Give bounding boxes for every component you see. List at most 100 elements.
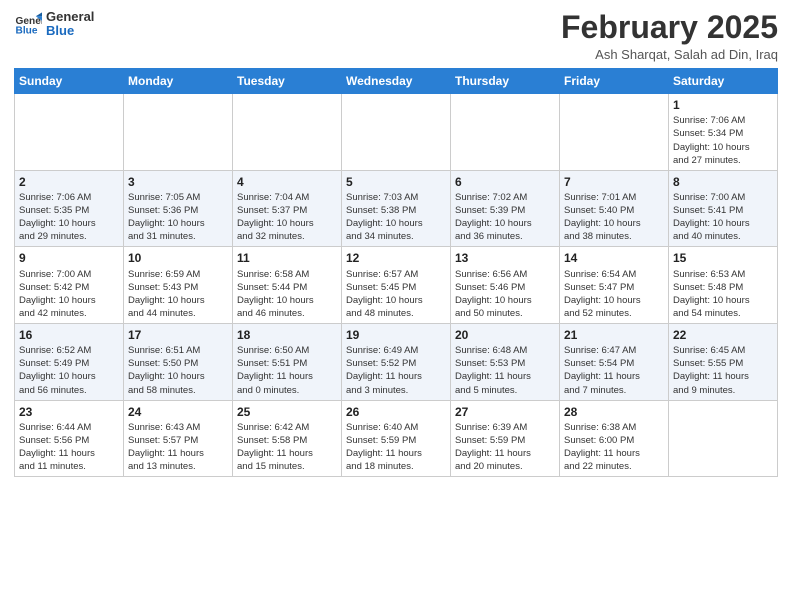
- calendar-cell: 4Sunrise: 7:04 AM Sunset: 5:37 PM Daylig…: [233, 170, 342, 247]
- day-info: Sunrise: 6:59 AM Sunset: 5:43 PM Dayligh…: [128, 268, 228, 320]
- day-number: 11: [237, 250, 337, 266]
- day-number: 17: [128, 327, 228, 343]
- calendar-cell: 8Sunrise: 7:00 AM Sunset: 5:41 PM Daylig…: [669, 170, 778, 247]
- logo-icon: General Blue: [14, 10, 42, 38]
- weekday-header-monday: Monday: [124, 69, 233, 94]
- calendar-cell: 12 Sunrise: 6:57 AM Sunset: 5:45 PM Dayli…: [342, 247, 451, 324]
- day-number: 6: [455, 174, 555, 190]
- logo-blue: Blue: [46, 24, 94, 38]
- day-info: Sunrise: 7:06 AM Sunset: 5:35 PM Dayligh…: [19, 191, 119, 243]
- day-number: 5: [346, 174, 446, 190]
- calendar-cell: 2Sunrise: 7:06 AM Sunset: 5:35 PM Daylig…: [15, 170, 124, 247]
- day-number: 14: [564, 250, 664, 266]
- weekday-header-thursday: Thursday: [451, 69, 560, 94]
- day-info: Sunrise: 6:54 AM Sunset: 5:47 PM Dayligh…: [564, 268, 664, 320]
- day-number: 20: [455, 327, 555, 343]
- day-number: 23: [19, 404, 119, 420]
- logo: General Blue General Blue: [14, 10, 94, 39]
- day-number: 28: [564, 404, 664, 420]
- weekday-header-friday: Friday: [560, 69, 669, 94]
- calendar-cell: 1Sunrise: 7:06 AM Sunset: 5:34 PM Daylig…: [669, 94, 778, 171]
- day-number: 7: [564, 174, 664, 190]
- calendar-cell: 28Sunrise: 6:38 AM Sunset: 6:00 PM Dayli…: [560, 400, 669, 477]
- weekday-header-sunday: Sunday: [15, 69, 124, 94]
- day-info: Sunrise: 7:01 AM Sunset: 5:40 PM Dayligh…: [564, 191, 664, 243]
- day-info: Sunrise: 6:43 AM Sunset: 5:57 PM Dayligh…: [128, 421, 228, 473]
- calendar-cell: 3Sunrise: 7:05 AM Sunset: 5:36 PM Daylig…: [124, 170, 233, 247]
- calendar-cell: [451, 94, 560, 171]
- day-number: 15: [673, 250, 773, 266]
- day-info: Sunrise: 6:44 AM Sunset: 5:56 PM Dayligh…: [19, 421, 119, 473]
- day-number: 21: [564, 327, 664, 343]
- day-number: 19: [346, 327, 446, 343]
- title-block: February 2025 Ash Sharqat, Salah ad Din,…: [561, 10, 778, 62]
- weekday-header-wednesday: Wednesday: [342, 69, 451, 94]
- calendar-cell: 27Sunrise: 6:39 AM Sunset: 5:59 PM Dayli…: [451, 400, 560, 477]
- weekday-header-tuesday: Tuesday: [233, 69, 342, 94]
- day-number: 27: [455, 404, 555, 420]
- day-number: 8: [673, 174, 773, 190]
- calendar-cell: [124, 94, 233, 171]
- header: General Blue General Blue February 2025 …: [14, 10, 778, 62]
- calendar-table: SundayMondayTuesdayWednesdayThursdayFrid…: [14, 68, 778, 477]
- calendar-cell: [560, 94, 669, 171]
- week-row-4: 16Sunrise: 6:52 AM Sunset: 5:49 PM Dayli…: [15, 324, 778, 401]
- day-number: 9: [19, 250, 119, 266]
- calendar-cell: 11 Sunrise: 6:58 AM Sunset: 5:44 PM Dayli…: [233, 247, 342, 324]
- calendar-cell: 20Sunrise: 6:48 AM Sunset: 5:53 PM Dayli…: [451, 324, 560, 401]
- calendar-cell: [15, 94, 124, 171]
- day-number: 1: [673, 97, 773, 113]
- calendar-cell: [669, 400, 778, 477]
- day-info: Sunrise: 6:51 AM Sunset: 5:50 PM Dayligh…: [128, 344, 228, 396]
- day-info: Sunrise: 6:38 AM Sunset: 6:00 PM Dayligh…: [564, 421, 664, 473]
- calendar-cell: 16Sunrise: 6:52 AM Sunset: 5:49 PM Dayli…: [15, 324, 124, 401]
- week-row-3: 9 Sunrise: 7:00 AM Sunset: 5:42 PM Daylig…: [15, 247, 778, 324]
- calendar-subtitle: Ash Sharqat, Salah ad Din, Iraq: [561, 47, 778, 62]
- calendar-cell: 5Sunrise: 7:03 AM Sunset: 5:38 PM Daylig…: [342, 170, 451, 247]
- calendar-cell: 22Sunrise: 6:45 AM Sunset: 5:55 PM Dayli…: [669, 324, 778, 401]
- day-info: Sunrise: 6:39 AM Sunset: 5:59 PM Dayligh…: [455, 421, 555, 473]
- day-info: Sunrise: 7:00 AM Sunset: 5:41 PM Dayligh…: [673, 191, 773, 243]
- calendar-cell: 9 Sunrise: 7:00 AM Sunset: 5:42 PM Daylig…: [15, 247, 124, 324]
- day-info: Sunrise: 6:45 AM Sunset: 5:55 PM Dayligh…: [673, 344, 773, 396]
- day-number: 22: [673, 327, 773, 343]
- day-info: Sunrise: 6:40 AM Sunset: 5:59 PM Dayligh…: [346, 421, 446, 473]
- day-info: Sunrise: 6:49 AM Sunset: 5:52 PM Dayligh…: [346, 344, 446, 396]
- logo-general: General: [46, 10, 94, 24]
- day-info: Sunrise: 6:57 AM Sunset: 5:45 PM Dayligh…: [346, 268, 446, 320]
- day-number: 16: [19, 327, 119, 343]
- calendar-cell: 6Sunrise: 7:02 AM Sunset: 5:39 PM Daylig…: [451, 170, 560, 247]
- day-number: 2: [19, 174, 119, 190]
- day-number: 10: [128, 250, 228, 266]
- week-row-2: 2Sunrise: 7:06 AM Sunset: 5:35 PM Daylig…: [15, 170, 778, 247]
- svg-text:Blue: Blue: [16, 26, 38, 37]
- day-number: 12: [346, 250, 446, 266]
- calendar-title: February 2025: [561, 10, 778, 45]
- day-number: 18: [237, 327, 337, 343]
- day-info: Sunrise: 6:47 AM Sunset: 5:54 PM Dayligh…: [564, 344, 664, 396]
- page: General Blue General Blue February 2025 …: [0, 0, 792, 612]
- day-info: Sunrise: 7:06 AM Sunset: 5:34 PM Dayligh…: [673, 114, 773, 166]
- calendar-cell: 14 Sunrise: 6:54 AM Sunset: 5:47 PM Dayli…: [560, 247, 669, 324]
- calendar-cell: 23Sunrise: 6:44 AM Sunset: 5:56 PM Dayli…: [15, 400, 124, 477]
- day-number: 26: [346, 404, 446, 420]
- day-number: 13: [455, 250, 555, 266]
- calendar-cell: 10 Sunrise: 6:59 AM Sunset: 5:43 PM Dayli…: [124, 247, 233, 324]
- calendar-cell: 18Sunrise: 6:50 AM Sunset: 5:51 PM Dayli…: [233, 324, 342, 401]
- week-row-5: 23Sunrise: 6:44 AM Sunset: 5:56 PM Dayli…: [15, 400, 778, 477]
- day-info: Sunrise: 6:48 AM Sunset: 5:53 PM Dayligh…: [455, 344, 555, 396]
- day-info: Sunrise: 6:56 AM Sunset: 5:46 PM Dayligh…: [455, 268, 555, 320]
- day-info: Sunrise: 6:58 AM Sunset: 5:44 PM Dayligh…: [237, 268, 337, 320]
- calendar-cell: 25Sunrise: 6:42 AM Sunset: 5:58 PM Dayli…: [233, 400, 342, 477]
- calendar-cell: [342, 94, 451, 171]
- day-number: 24: [128, 404, 228, 420]
- day-info: Sunrise: 7:00 AM Sunset: 5:42 PM Dayligh…: [19, 268, 119, 320]
- day-number: 4: [237, 174, 337, 190]
- day-info: Sunrise: 6:42 AM Sunset: 5:58 PM Dayligh…: [237, 421, 337, 473]
- calendar-cell: 24Sunrise: 6:43 AM Sunset: 5:57 PM Dayli…: [124, 400, 233, 477]
- calendar-cell: 21Sunrise: 6:47 AM Sunset: 5:54 PM Dayli…: [560, 324, 669, 401]
- day-info: Sunrise: 6:53 AM Sunset: 5:48 PM Dayligh…: [673, 268, 773, 320]
- calendar-cell: 13 Sunrise: 6:56 AM Sunset: 5:46 PM Dayli…: [451, 247, 560, 324]
- calendar-cell: 26Sunrise: 6:40 AM Sunset: 5:59 PM Dayli…: [342, 400, 451, 477]
- day-info: Sunrise: 7:02 AM Sunset: 5:39 PM Dayligh…: [455, 191, 555, 243]
